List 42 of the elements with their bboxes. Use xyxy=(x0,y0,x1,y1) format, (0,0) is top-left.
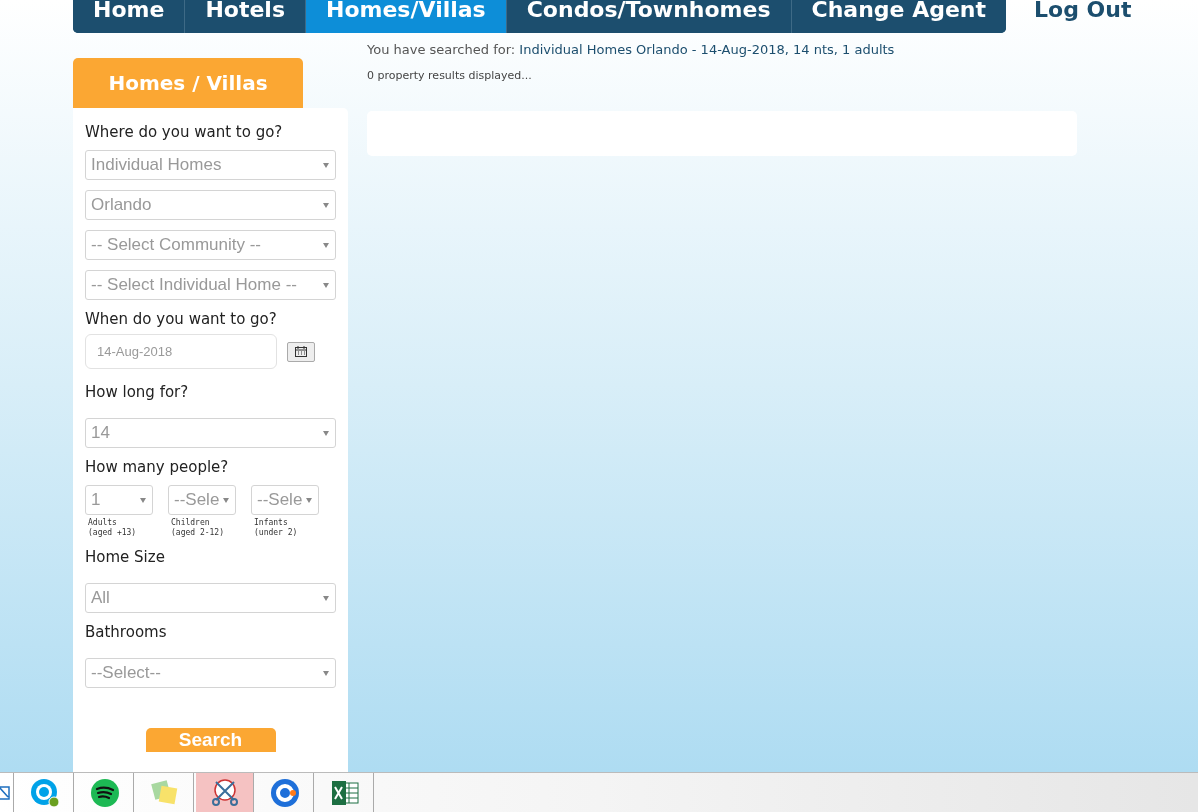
search-button[interactable]: Search xyxy=(145,728,276,752)
dropdown[interactable]: --Sele xyxy=(251,485,319,515)
caret-icon xyxy=(323,202,329,208)
dropdown[interactable]: All xyxy=(85,583,336,613)
field-label: Home Size xyxy=(85,548,166,566)
dropdown[interactable]: 14 xyxy=(85,418,336,448)
caret-icon xyxy=(323,162,329,168)
nav-tab[interactable]: Change Agent xyxy=(790,0,1007,33)
scissors-icon[interactable] xyxy=(209,777,240,808)
search-summary: You have searched for: Individual Homes Orlando - 14-Aug-2018, 14 nts, 1 adults xyxy=(367,41,896,59)
field-caption: Infants (under 2) xyxy=(254,518,299,538)
logout-link[interactable]: Log Out xyxy=(1034,0,1132,20)
caret-icon xyxy=(323,670,329,676)
field-label: How many people? xyxy=(85,458,230,476)
caret-icon xyxy=(323,595,329,601)
caret-icon xyxy=(140,497,146,503)
caret-icon xyxy=(323,242,329,248)
caret-icon xyxy=(323,282,329,288)
nav-tab[interactable]: Homes/Villas xyxy=(305,0,506,33)
field-label: Where do you want to go? xyxy=(85,123,284,141)
caret-icon xyxy=(306,497,313,503)
dropdown[interactable]: 1 xyxy=(85,485,153,515)
field-label: When do you want to go? xyxy=(85,310,278,328)
date-field[interactable]: 14-Aug-2018 xyxy=(85,334,277,369)
field-caption: Adults (aged +13) xyxy=(88,518,138,538)
music-app-icon[interactable] xyxy=(89,777,120,808)
field-label: How long for? xyxy=(85,383,190,401)
result-count: 0 property results displayed... xyxy=(367,67,533,84)
calendar-button[interactable] xyxy=(287,341,315,362)
dropdown[interactable]: -- Select Individual Home -- xyxy=(85,270,336,300)
dropdown[interactable]: Individual Homes xyxy=(85,150,336,180)
calendar-icon xyxy=(295,346,307,357)
field-caption: Children (aged 2-12) xyxy=(171,518,225,538)
caret-icon xyxy=(223,497,230,503)
field-label: Bathrooms xyxy=(85,623,168,641)
dropdown[interactable]: -- Select Community -- xyxy=(85,230,336,260)
dropdown[interactable]: --Select-- xyxy=(85,658,336,688)
caret-icon xyxy=(323,430,329,436)
ring-app-icon[interactable] xyxy=(269,777,300,808)
dropdown[interactable]: Orlando xyxy=(85,190,336,220)
dropdown[interactable]: --Sele xyxy=(168,485,236,515)
panel-title: Homes / Villas xyxy=(73,58,303,108)
